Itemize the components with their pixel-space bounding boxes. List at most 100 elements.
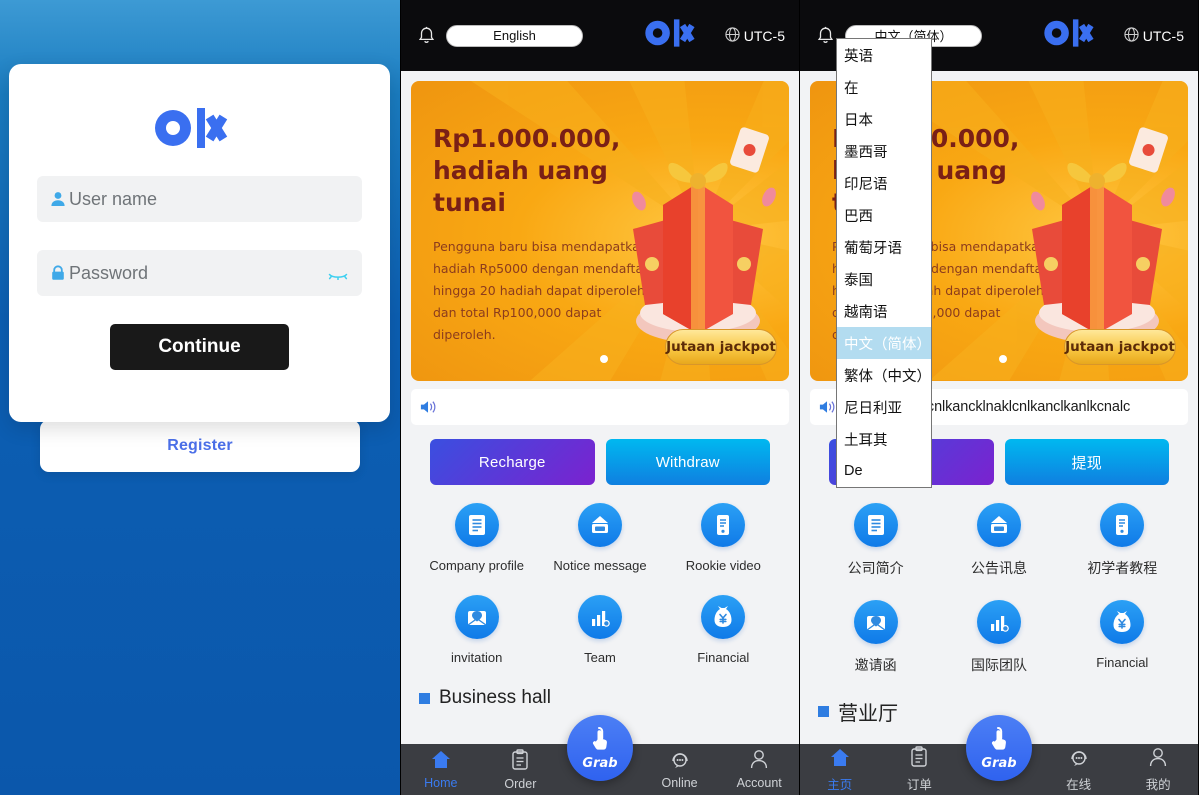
language-option[interactable]: 在 (837, 71, 931, 103)
language-option[interactable]: 巴西 (837, 199, 931, 231)
password-field[interactable]: Password (37, 250, 362, 296)
language-option[interactable]: 英语 (837, 39, 931, 71)
feature-grid-zh: 公司简介 公告讯息 初学者教程 邀请函 国际团队 Financial (800, 503, 1198, 675)
banner-cta-button-en[interactable]: Jutaan jackpot (665, 329, 777, 365)
language-option[interactable]: De (837, 455, 931, 487)
nav-label: Account (736, 776, 782, 790)
hand-tap-icon (985, 725, 1013, 758)
hand-tap-icon (586, 725, 614, 758)
bar-chart-icon (976, 600, 1021, 644)
globe-icon (725, 26, 740, 45)
wallet-actions-en: Recharge Withdraw (430, 439, 770, 485)
feature-invitation-en[interactable]: invitation (415, 595, 538, 665)
feature-rookie-video-en[interactable]: Rookie video (662, 503, 785, 573)
app-header-en: English UTC-5 (401, 0, 799, 71)
nav-home-zh[interactable]: 主页 (800, 747, 880, 793)
feature-team-en[interactable]: Team (538, 595, 661, 665)
feature-team-zh[interactable]: 国际团队 (937, 600, 1060, 675)
language-select-en[interactable]: English (446, 24, 583, 47)
section-marker-icon (818, 706, 829, 717)
feature-notice-message-zh[interactable]: 公告讯息 (937, 503, 1060, 578)
person-icon (49, 190, 67, 208)
notification-bell-icon[interactable] (814, 23, 836, 49)
home-icon (829, 747, 851, 772)
language-option[interactable]: 尼日利亚 (837, 391, 931, 423)
speaker-icon (818, 399, 837, 415)
money-bag-icon (1100, 600, 1145, 644)
clipboard-icon (510, 748, 530, 775)
nav-online-zh[interactable]: 在线 (1039, 747, 1119, 793)
document-icon (454, 503, 499, 547)
feature-invitation-zh[interactable]: 邀请函 (814, 600, 937, 675)
announcement-icon (976, 503, 1021, 547)
invitation-envelope-icon (454, 595, 499, 639)
language-option[interactable]: 土耳其 (837, 423, 931, 455)
feature-rookie-video-zh[interactable]: 初学者教程 (1061, 503, 1184, 578)
app-panel-english: English UTC-5 Rp1.000.000, hadiah uang t… (400, 0, 799, 795)
language-option[interactable]: 印尼语 (837, 167, 931, 199)
header-right-en: UTC-5 (635, 18, 785, 53)
notification-bell-icon[interactable] (415, 23, 437, 49)
timezone-badge-zh[interactable]: UTC-5 (1124, 26, 1184, 45)
language-option[interactable]: 泰国 (837, 263, 931, 295)
nav-order-en[interactable]: Order (481, 748, 561, 791)
language-option[interactable]: 日本 (837, 103, 931, 135)
feature-label: 邀请函 (854, 657, 897, 673)
mobile-video-icon (701, 503, 746, 547)
withdraw-button-zh[interactable]: 提现 (1004, 439, 1169, 485)
feature-label: Financial (697, 650, 750, 665)
announcement-marquee-en (411, 389, 789, 425)
login-panel: Register User name Password Continue (0, 0, 400, 795)
register-card[interactable]: Register (40, 420, 360, 472)
register-link[interactable]: Register (167, 437, 233, 455)
password-visibility-toggle-icon[interactable] (328, 266, 348, 280)
mobile-video-icon (1100, 503, 1145, 547)
language-option[interactable]: 繁体（中文） (837, 359, 931, 391)
nav-label: Home (424, 776, 458, 790)
nav-label: 我的 (1145, 777, 1171, 792)
feature-label: 初学者教程 (1087, 560, 1158, 576)
timezone-badge-en[interactable]: UTC-5 (725, 26, 785, 45)
feature-grid-row: 邀请函 国际团队 Financial (814, 600, 1184, 675)
withdraw-button-en[interactable]: Withdraw (605, 439, 770, 485)
business-hall-section-en[interactable]: Business hall (401, 687, 799, 709)
timezone-label-zh: UTC-5 (1142, 27, 1184, 44)
timezone-label-en: UTC-5 (743, 27, 785, 44)
header-right-zh: UTC-5 (1034, 18, 1184, 53)
continue-button[interactable]: Continue (110, 324, 289, 370)
username-field[interactable]: User name (37, 176, 362, 222)
app-panel-chinese: 中文（简体） UTC-5 uang bisa mendapatkan denga… (799, 0, 1198, 795)
grab-button-zh[interactable]: Grab (966, 715, 1032, 781)
feature-label: Financial (1096, 655, 1149, 670)
feature-financial-zh[interactable]: Financial (1061, 600, 1184, 675)
feature-notice-message-en[interactable]: Notice message (538, 503, 661, 573)
grab-label-en: Grab (582, 756, 618, 771)
lock-icon (49, 264, 67, 282)
feature-financial-en[interactable]: Financial (662, 595, 785, 665)
language-option[interactable]: 中文（简体） (837, 327, 931, 359)
grab-button-en[interactable]: Grab (567, 715, 633, 781)
promo-banner-en[interactable]: Rp1.000.000, hadiah uang tunai Pengguna … (411, 81, 789, 381)
nav-order-zh[interactable]: 订单 (880, 746, 960, 793)
language-option[interactable]: 墨西哥 (837, 135, 931, 167)
language-option[interactable]: 葡萄牙语 (837, 231, 931, 263)
nav-online-en[interactable]: Online (640, 749, 720, 790)
nav-account-en[interactable]: Account (719, 749, 799, 790)
document-icon (853, 503, 898, 547)
language-option[interactable]: 越南语 (837, 295, 931, 327)
person-icon (749, 749, 769, 774)
nav-home-en[interactable]: Home (401, 749, 481, 790)
feature-grid-row: 公司简介 公告讯息 初学者教程 (814, 503, 1184, 578)
banner-carousel-dot[interactable] (600, 355, 608, 363)
money-bag-icon (701, 595, 746, 639)
clipboard-icon (909, 746, 929, 772)
feature-company-profile-zh[interactable]: 公司简介 (814, 503, 937, 578)
feature-company-profile-en[interactable]: Company profile (415, 503, 538, 573)
language-dropdown-list[interactable]: 英语在日本 墨西哥 印尼语 巴西 葡萄牙语 泰国 越南语 中文（简体） 繁体（中文） 尼日利亚 土耳… (836, 38, 932, 488)
recharge-button-en[interactable]: Recharge (430, 439, 595, 485)
business-hall-label-en: Business hall (439, 687, 551, 708)
banner-carousel-dot[interactable] (999, 355, 1007, 363)
nav-account-zh[interactable]: 我的 (1118, 747, 1198, 793)
banner-cta-button-zh[interactable]: Jutaan jackpot (1064, 329, 1176, 365)
feature-grid-row: Company profile Notice message Rookie vi… (415, 503, 785, 573)
